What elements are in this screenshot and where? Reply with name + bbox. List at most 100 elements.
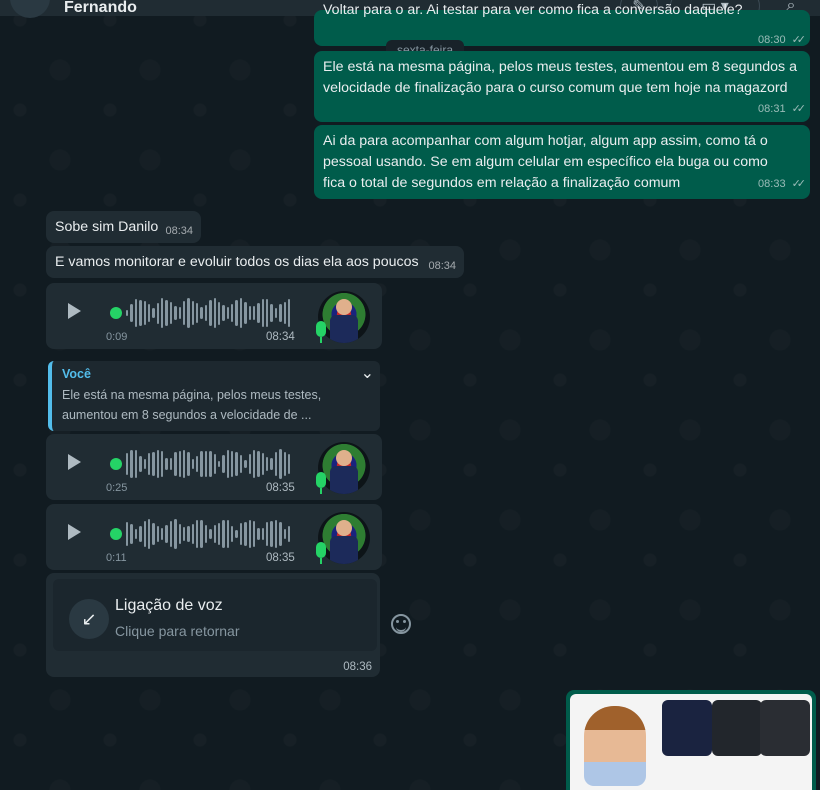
quote-author: Você (62, 367, 91, 381)
waveform-bar (270, 521, 273, 547)
playback-handle[interactable] (110, 307, 122, 319)
waveform-bar (130, 524, 133, 544)
waveform-bar (174, 452, 177, 476)
voice-message[interactable]: 0:09 08:34 (46, 283, 382, 349)
message-text: Voltar para o ar. Ai testar para ver com… (323, 2, 743, 18)
product-photo[interactable] (570, 694, 812, 790)
waveform[interactable] (126, 297, 291, 329)
read-ticks-icon: ✓✓ (791, 103, 807, 115)
playback-handle[interactable] (110, 458, 122, 470)
outgoing-message[interactable]: Ai da para acompanhar com algum hotjar, … (314, 125, 810, 199)
waveform-bar (126, 310, 129, 316)
waveform-bar (231, 526, 234, 542)
waveform-bar (187, 452, 190, 476)
read-ticks-icon: ✓✓ (791, 178, 807, 190)
message-time: 08:36 (343, 661, 372, 673)
waveform[interactable] (126, 518, 291, 550)
waveform-bar (196, 303, 199, 323)
waveform[interactable] (126, 448, 291, 480)
play-icon[interactable] (68, 303, 81, 319)
waveform-bar (279, 522, 282, 546)
waveform-bar (244, 459, 247, 469)
waveform-bar (248, 520, 251, 548)
waveform-bar (279, 449, 282, 479)
chevron-down-icon[interactable]: ⌄ (361, 363, 374, 383)
quote-text: Ele está na mesma página, pelos meus tes… (62, 388, 322, 422)
call-subtitle[interactable]: Clique para retornar (115, 623, 240, 639)
waveform-bar (217, 460, 221, 468)
waveform-bar (274, 520, 278, 548)
waveform-bar (169, 301, 173, 325)
waveform-bar (248, 453, 251, 475)
waveform-bar (182, 527, 186, 541)
waveform-bar (165, 524, 168, 544)
waveform-bar (196, 456, 199, 472)
play-icon[interactable] (68, 524, 81, 540)
waveform-bar (178, 306, 181, 320)
outgoing-message[interactable]: Ele está na mesma página, pelos meus tes… (314, 51, 810, 122)
voice-call-message[interactable]: ↙ Ligação de voz Clique para retornar 08… (46, 573, 380, 677)
waveform-bar (257, 302, 260, 324)
waveform-bar (204, 305, 208, 321)
waveform-bar (126, 452, 129, 476)
message-text: Ele está na mesma página, pelos meus tes… (323, 59, 797, 96)
waveform-bar (239, 298, 243, 328)
waveform-bar (244, 302, 247, 324)
waveform-bar (134, 450, 138, 478)
missed-call-icon: ↙ (69, 599, 109, 639)
incoming-message[interactable]: E vamos monitorar e evoluir todos os dia… (46, 246, 464, 278)
waveform-bar (270, 303, 273, 323)
waveform-bar (231, 451, 234, 477)
mic-icon (316, 542, 326, 564)
play-icon[interactable] (68, 454, 81, 470)
quoted-message[interactable]: Você Ele está na mesma página, pelos meu… (48, 361, 380, 431)
waveform-bar (213, 524, 216, 544)
voice-message[interactable]: 0:25 08:35 (46, 434, 382, 500)
waveform-bar (222, 520, 225, 548)
message-time: 08:35 (266, 552, 295, 564)
contact-avatar[interactable] (10, 0, 50, 18)
tshirt-image (712, 700, 762, 756)
image-message[interactable] (566, 690, 816, 790)
message-time: 08:34 (165, 225, 193, 237)
waveform-bar (147, 304, 151, 322)
waveform-bar (270, 458, 273, 470)
tshirt-image (760, 700, 810, 756)
waveform-bar (226, 307, 229, 319)
message-text: Ai da para acompanhar com algum hotjar, … (323, 133, 768, 191)
waveform-bar (222, 304, 225, 322)
waveform-bar (152, 308, 155, 318)
waveform-bar (279, 304, 282, 322)
waveform-bar (239, 523, 243, 545)
waveform-bar (217, 301, 221, 325)
waveform-bar (187, 298, 190, 328)
waveform-bar (213, 453, 216, 475)
sender-avatar (318, 291, 370, 343)
contact-name[interactable]: Fernando (64, 0, 137, 17)
waveform-bar (174, 519, 177, 549)
playback-handle[interactable] (110, 528, 122, 540)
waveform-bar (161, 298, 164, 328)
call-card[interactable]: ↙ Ligação de voz Clique para retornar (53, 579, 377, 651)
waveform-bar (261, 528, 264, 540)
waveform-bar (152, 522, 155, 546)
waveform-bar (191, 300, 194, 326)
waveform-bar (213, 298, 216, 328)
waveform-bar (169, 457, 173, 471)
waveform-bar (169, 520, 173, 548)
message-time: 08:31 (758, 103, 786, 115)
waveform-bar (174, 305, 177, 321)
voice-message[interactable]: 0:11 08:35 (46, 504, 382, 570)
audio-duration: 0:11 (106, 552, 127, 564)
waveform-bar (182, 450, 186, 478)
waveform-bar (143, 521, 146, 547)
waveform-bar (209, 300, 212, 326)
message-text: E vamos monitorar e evoluir todos os dia… (55, 254, 419, 270)
incoming-message[interactable]: Sobe sim Danilo 08:34 (46, 211, 201, 243)
waveform-bar (196, 520, 199, 548)
emoji-reaction-icon[interactable] (391, 614, 411, 634)
waveform-bar (283, 529, 286, 539)
waveform-bar (139, 300, 142, 326)
waveform-bar (130, 450, 133, 478)
waveform-bar (147, 519, 151, 549)
